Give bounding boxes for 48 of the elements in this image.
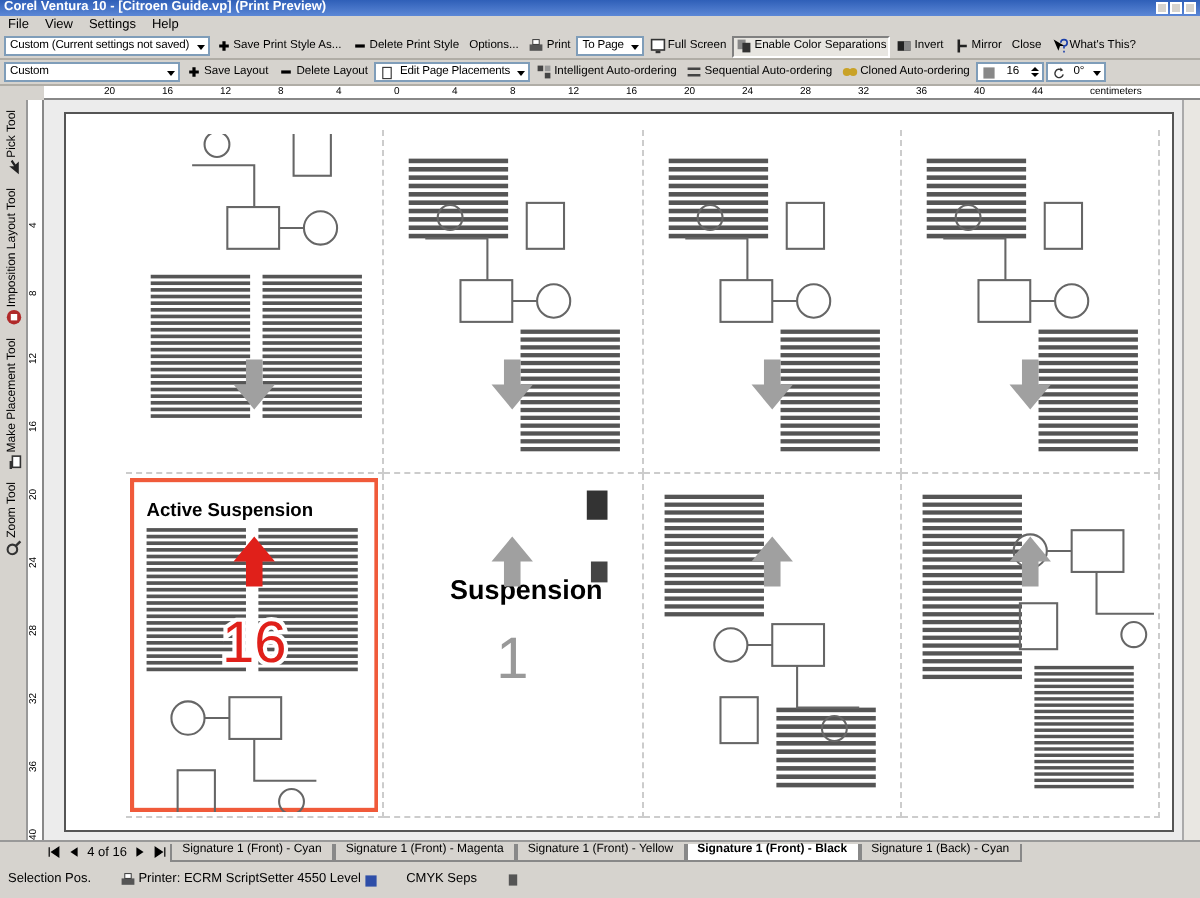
- arrow-icon: [233, 536, 275, 587]
- printer-icon: [119, 872, 136, 888]
- diagram-drawing: [1012, 529, 1154, 651]
- caret-icon: [195, 41, 206, 51]
- monitor-icon: [649, 38, 666, 54]
- minus-icon: [278, 64, 295, 80]
- arrow-icon: [233, 359, 275, 410]
- photo-drawing: [587, 490, 608, 583]
- layout-icon: [5, 309, 21, 325]
- last-page-icon: [154, 845, 167, 857]
- vertical-scrollbar[interactable]: [1182, 100, 1200, 840]
- rotate-icon: [1051, 65, 1066, 79]
- placement-icon: [5, 453, 21, 470]
- page-heading: Suspension: [450, 575, 604, 606]
- page-heading: Active Suspension: [146, 499, 314, 520]
- table-drawing: [1033, 665, 1134, 789]
- next-page-icon: [134, 845, 147, 857]
- help-icon: [1051, 38, 1068, 54]
- invert-icon: [896, 38, 913, 54]
- plus-icon: [186, 64, 202, 80]
- counter-icon: [981, 65, 996, 79]
- caret-icon: [166, 67, 176, 77]
- grid-icon: [536, 64, 553, 80]
- printer-icon: [528, 38, 545, 54]
- caret-icon: [1091, 67, 1102, 77]
- arrow-icon: [492, 359, 534, 410]
- plus-icon: [215, 38, 232, 54]
- page-thumbnail[interactable]: Suspension 1: [388, 478, 637, 812]
- separations-icon: [736, 38, 753, 54]
- sequence-icon: [686, 64, 703, 80]
- caret-icon: [516, 67, 527, 77]
- status-icon: [364, 873, 379, 887]
- zoom-icon: [5, 539, 21, 556]
- prev-page-icon: [68, 845, 80, 857]
- clipboard-icon: [505, 872, 519, 888]
- arrow-icon: [750, 536, 792, 587]
- page-number: 1: [496, 628, 529, 693]
- arrow-icon: [1009, 359, 1051, 410]
- page-icon: [380, 65, 395, 79]
- first-page-icon: [48, 845, 60, 857]
- caret-icon: [629, 41, 640, 51]
- spin-arrows-icon: [1029, 64, 1040, 80]
- arrow-icon: [1009, 536, 1051, 587]
- minus-icon: [351, 38, 368, 54]
- clone-icon: [842, 64, 859, 80]
- pointer-icon: [5, 159, 21, 176]
- arrow-icon: [750, 359, 792, 410]
- mirror-icon: [953, 38, 970, 54]
